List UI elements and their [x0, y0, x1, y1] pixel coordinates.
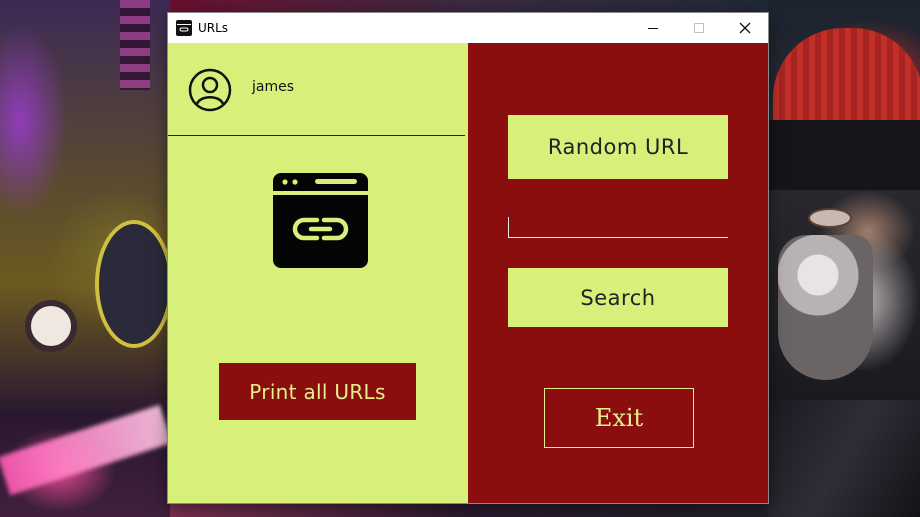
- user-circle-icon: [188, 68, 232, 112]
- right-panel: Random URL Search Exit: [468, 43, 768, 503]
- title-bar[interactable]: URLs: [168, 13, 768, 43]
- close-icon: [739, 22, 751, 34]
- search-input[interactable]: [508, 217, 728, 238]
- close-button[interactable]: [722, 13, 768, 43]
- window-controls: [630, 13, 768, 43]
- wallpaper-left: [0, 0, 173, 517]
- browser-link-icon: [273, 173, 368, 268]
- maximize-icon: [694, 23, 704, 33]
- wallpaper-bottom: [170, 503, 768, 517]
- maximize-button[interactable]: [676, 13, 722, 43]
- app-content: james Print all URLs Random URL Search E…: [168, 43, 768, 503]
- wallpaper-right: [768, 0, 920, 517]
- app-window: URLs james Print all URLs Random URL Sea…: [168, 13, 768, 503]
- minimize-button[interactable]: [630, 13, 676, 43]
- search-button[interactable]: Search: [508, 268, 728, 327]
- exit-button[interactable]: Exit: [544, 388, 694, 448]
- left-panel: james Print all URLs: [168, 43, 468, 503]
- window-title: URLs: [198, 21, 229, 35]
- random-url-button[interactable]: Random URL: [508, 115, 728, 179]
- minimize-icon: [648, 28, 658, 29]
- desktop: URLs james Print all URLs Random URL Sea…: [0, 0, 920, 517]
- print-all-urls-button[interactable]: Print all URLs: [219, 363, 416, 420]
- wallpaper-top: [170, 0, 768, 14]
- username-label: james: [252, 79, 295, 95]
- divider: [168, 135, 465, 136]
- link-window-icon: [176, 20, 192, 36]
